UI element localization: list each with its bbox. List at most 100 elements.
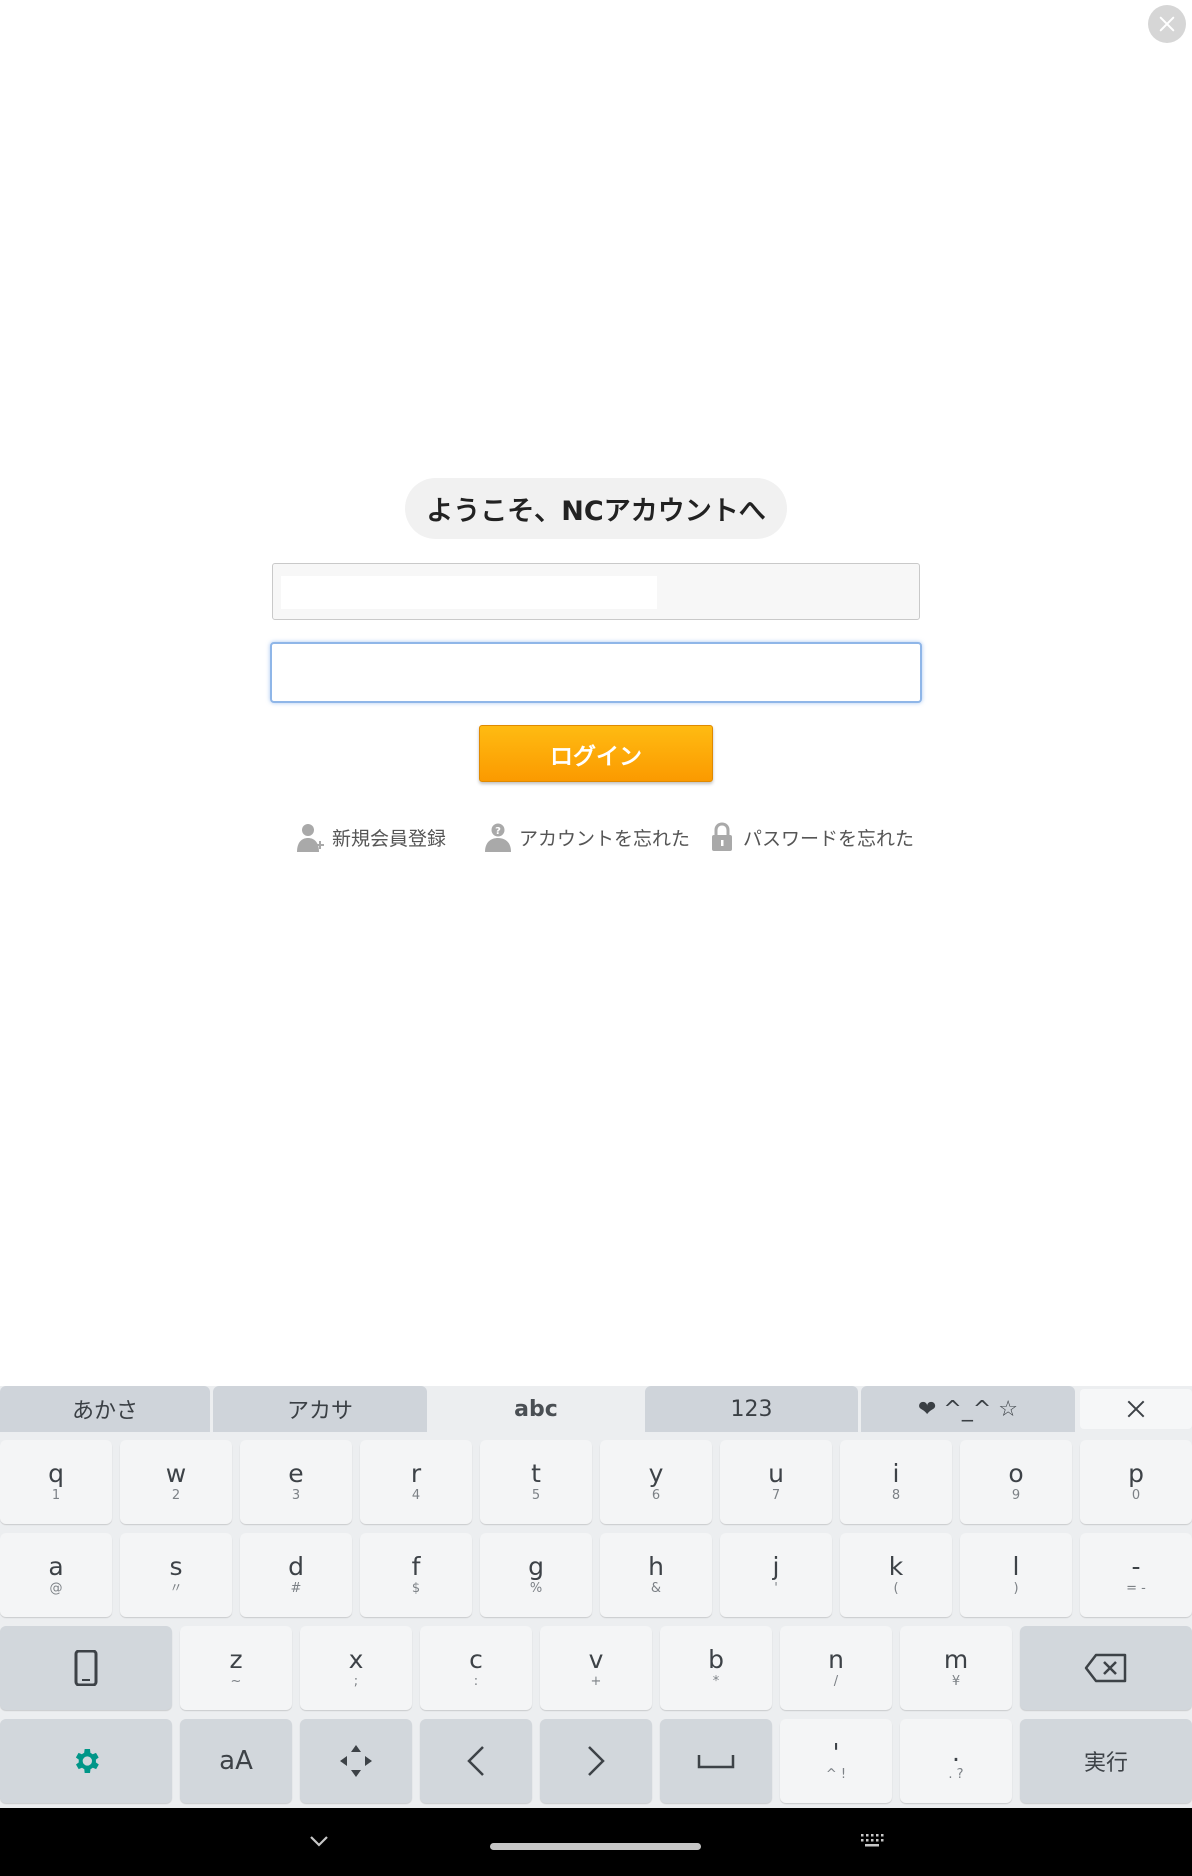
key-sub-label: @ xyxy=(49,1581,63,1596)
key-f[interactable]: f $ xyxy=(360,1533,472,1617)
settings-key[interactable] xyxy=(0,1719,172,1803)
key-sub-label: 0 xyxy=(1131,1488,1141,1503)
system-nav-bar xyxy=(0,1808,1192,1876)
keyboard-switch-icon[interactable] xyxy=(860,1833,884,1849)
chevron-right-icon xyxy=(588,1746,605,1776)
key-sub-label: ' xyxy=(774,1581,778,1596)
key-sub-label: 〃 xyxy=(169,1581,183,1596)
key-main-label: b xyxy=(708,1645,724,1674)
keyboard-close-button[interactable] xyxy=(1080,1389,1192,1429)
key-sub-label: 2 xyxy=(171,1488,181,1503)
cursor-move-key[interactable] xyxy=(300,1719,412,1803)
key-sub-label: = - xyxy=(1126,1581,1146,1596)
key-v[interactable]: v + xyxy=(540,1626,652,1710)
key-sub-label: 8 xyxy=(891,1488,901,1503)
key-p[interactable]: p0 xyxy=(1080,1440,1192,1524)
key-w[interactable]: w2 xyxy=(120,1440,232,1524)
cursor-right-key[interactable] xyxy=(540,1719,652,1803)
key-s[interactable]: s 〃 xyxy=(120,1533,232,1617)
key-sub-label: ( xyxy=(893,1581,899,1596)
key-main-label: y xyxy=(648,1459,664,1488)
key-b[interactable]: b * xyxy=(660,1626,772,1710)
close-button[interactable] xyxy=(1148,5,1186,43)
chevron-down-icon[interactable] xyxy=(308,1834,330,1848)
key-l[interactable]: l) xyxy=(960,1533,1072,1617)
backspace-key[interactable] xyxy=(1020,1626,1192,1710)
key-n[interactable]: n / xyxy=(780,1626,892,1710)
period-key[interactable]: . . ? xyxy=(900,1719,1012,1803)
forgot-password-link[interactable]: パスワードを忘れた xyxy=(706,820,914,854)
key-y[interactable]: y6 xyxy=(600,1440,712,1524)
chevron-left-icon xyxy=(467,1746,484,1776)
key-main-label: m xyxy=(943,1645,969,1674)
key-u[interactable]: u7 xyxy=(720,1440,832,1524)
key-sub-label: 5 xyxy=(531,1488,541,1503)
comma-key[interactable]: ' ^ ! xyxy=(780,1719,892,1803)
key-g[interactable]: g% xyxy=(480,1533,592,1617)
key-i[interactable]: i8 xyxy=(840,1440,952,1524)
key-a[interactable]: a @ xyxy=(0,1533,112,1617)
key-r[interactable]: r4 xyxy=(360,1440,472,1524)
tab-katakana[interactable]: アカサ xyxy=(213,1386,427,1432)
key-main-label: j xyxy=(772,1552,780,1581)
cursor-move-icon xyxy=(340,1745,372,1777)
key-j[interactable]: j ' xyxy=(720,1533,832,1617)
key-t[interactable]: t5 xyxy=(480,1440,592,1524)
key-main-label: t xyxy=(531,1459,541,1488)
close-icon xyxy=(1159,16,1175,32)
tab-alphabet[interactable]: abc xyxy=(430,1386,642,1432)
cursor-left-key[interactable] xyxy=(420,1719,532,1803)
device-key[interactable] xyxy=(0,1626,172,1710)
key-main-label: u xyxy=(768,1459,784,1488)
tab-symbols[interactable]: ❤ ^_^ ☆ xyxy=(861,1386,1075,1432)
key-main-label: x xyxy=(348,1645,364,1674)
space-icon xyxy=(697,1755,735,1769)
key-x[interactable]: x; xyxy=(300,1626,412,1710)
tab-hiragana[interactable]: あかさ xyxy=(0,1386,210,1432)
key-main-label: o xyxy=(1008,1459,1024,1488)
key-d[interactable]: d # xyxy=(240,1533,352,1617)
key-main-label: f xyxy=(411,1552,421,1581)
key-main-label: p xyxy=(1128,1459,1144,1488)
key-main-label: w xyxy=(165,1459,187,1488)
soft-keyboard: あかさ アカサ abc 123 ❤ ^_^ ☆ q1w2e3r4t5y6u7i8… xyxy=(0,1386,1192,1808)
key-main-label: q xyxy=(48,1459,64,1488)
comma-key-main: ' xyxy=(832,1738,840,1767)
key-c[interactable]: c: xyxy=(420,1626,532,1710)
key-sub-label: % xyxy=(529,1581,543,1596)
key-h[interactable]: h & xyxy=(600,1533,712,1617)
home-handle[interactable] xyxy=(490,1843,701,1850)
key-z[interactable]: z ~ xyxy=(180,1626,292,1710)
key-main-label: v xyxy=(588,1645,604,1674)
register-link[interactable]: 新規会員登録 xyxy=(295,820,446,854)
key-sub-label: 3 xyxy=(291,1488,301,1503)
space-key[interactable] xyxy=(660,1719,772,1803)
key-dash[interactable]: - = - xyxy=(1080,1533,1192,1617)
person-add-icon xyxy=(297,824,324,852)
password-field[interactable] xyxy=(270,642,922,703)
phone-icon xyxy=(74,1650,98,1686)
case-toggle-key[interactable]: aA xyxy=(180,1719,292,1803)
key-main-label: a xyxy=(48,1552,64,1581)
account-field-value xyxy=(281,576,657,609)
key-e[interactable]: e3 xyxy=(240,1440,352,1524)
key-sub-label: 7 xyxy=(771,1488,781,1503)
key-q[interactable]: q1 xyxy=(0,1440,112,1524)
key-sub-label: ¥ xyxy=(951,1674,961,1689)
key-m[interactable]: m ¥ xyxy=(900,1626,1012,1710)
account-field[interactable] xyxy=(272,563,920,620)
login-button[interactable]: ログイン xyxy=(479,725,713,782)
forgot-account-link-label: アカウントを忘れた xyxy=(519,827,691,850)
forgot-password-link-label: パスワードを忘れた xyxy=(743,827,915,850)
enter-key[interactable]: 実行 xyxy=(1020,1719,1192,1803)
key-sub-label: : xyxy=(473,1674,479,1689)
person-question-icon: ? xyxy=(485,823,511,852)
register-link-label: 新規会員登録 xyxy=(332,827,447,850)
welcome-title: ようこそ、NCアカウントへ xyxy=(405,478,787,539)
key-o[interactable]: o9 xyxy=(960,1440,1072,1524)
tab-numbers[interactable]: 123 xyxy=(645,1386,858,1432)
forgot-account-link[interactable]: ? アカウントを忘れた xyxy=(482,820,690,854)
period-key-main: . xyxy=(952,1738,960,1767)
close-icon xyxy=(1127,1400,1145,1418)
key-k[interactable]: k( xyxy=(840,1533,952,1617)
